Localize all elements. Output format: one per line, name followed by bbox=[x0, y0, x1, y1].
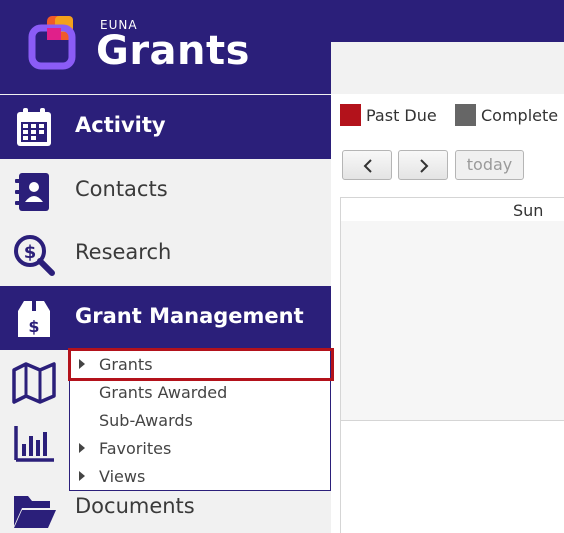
legend-label-past-due: Past Due bbox=[366, 106, 437, 125]
submenu-item-label: Sub-Awards bbox=[99, 411, 193, 430]
sidebar-item-label: Grant Management bbox=[75, 304, 304, 328]
euna-logo-icon bbox=[28, 16, 76, 70]
folder-icon bbox=[14, 496, 56, 528]
map-icon[interactable] bbox=[10, 360, 58, 404]
calendar-toolbar-bg bbox=[331, 42, 564, 94]
sidebar-item-research[interactable]: $ Research bbox=[0, 222, 331, 286]
svg-text:$: $ bbox=[28, 317, 39, 336]
calendar-day-header: Sun bbox=[340, 197, 564, 222]
sidebar-item-label: Contacts bbox=[75, 177, 168, 201]
caret-right-icon bbox=[79, 443, 85, 453]
chevron-right-icon bbox=[420, 159, 429, 173]
calendar-cell-today[interactable] bbox=[340, 221, 564, 421]
svg-text:$: $ bbox=[24, 242, 37, 263]
submenu-item-label: Grants Awarded bbox=[99, 383, 228, 402]
next-button[interactable] bbox=[398, 150, 448, 180]
sidebar-item-label: Activity bbox=[75, 113, 166, 137]
sidebar-item-grant-management[interactable]: $ Grant Management bbox=[0, 286, 331, 350]
dollar-search-icon: $ bbox=[14, 235, 55, 276]
highlight-annotation bbox=[68, 348, 334, 381]
day-header-sun: Sun bbox=[513, 201, 544, 220]
sidebar-item-label: Documents bbox=[75, 494, 195, 518]
submenu-item-label: Favorites bbox=[99, 439, 172, 458]
calendar-icon bbox=[17, 108, 51, 146]
submenu-item-views[interactable]: Views bbox=[70, 463, 330, 491]
legend-swatch-complete bbox=[455, 104, 476, 126]
prev-button[interactable] bbox=[342, 150, 392, 180]
address-book-icon bbox=[15, 173, 49, 211]
sidebar-item-activity[interactable]: Activity bbox=[0, 95, 331, 159]
bar-chart-icon[interactable] bbox=[10, 422, 58, 466]
dollar-box-icon: $ bbox=[18, 301, 50, 337]
chevron-left-icon bbox=[363, 159, 372, 173]
submenu-item-label: Views bbox=[99, 467, 146, 486]
sidebar-item-contacts[interactable]: Contacts bbox=[0, 159, 331, 223]
sidebar-item-label: Research bbox=[75, 240, 172, 264]
legend-swatch-past-due bbox=[340, 104, 361, 126]
submenu-item-favorites[interactable]: Favorites bbox=[70, 435, 330, 463]
legend-label-complete: Complete bbox=[481, 106, 559, 125]
caret-right-icon bbox=[79, 471, 85, 481]
brand-title[interactable]: Grants bbox=[96, 28, 250, 74]
calendar-cell[interactable] bbox=[340, 421, 564, 533]
submenu-item-grants-awarded[interactable]: Grants Awarded bbox=[70, 379, 330, 407]
today-button[interactable]: today bbox=[455, 150, 524, 180]
submenu-item-sub-awards[interactable]: Sub-Awards bbox=[70, 407, 330, 435]
